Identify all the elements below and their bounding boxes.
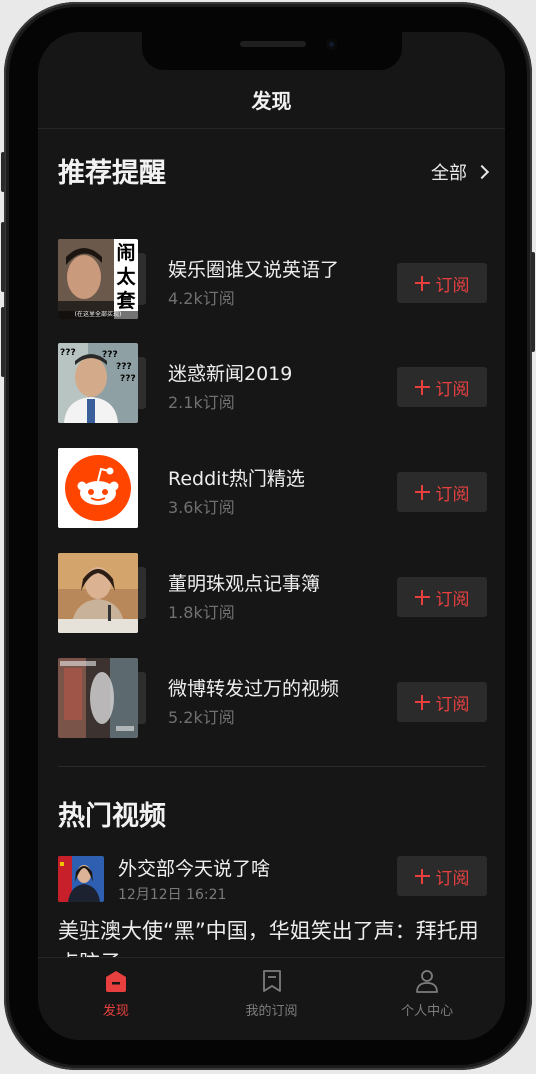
subscribe-label: 订阅 (435, 694, 470, 715)
plus-icon (414, 275, 430, 291)
woman-speaking-icon (58, 553, 138, 633)
portrait-man-icon: 闹太套 (在这里全部买现) (58, 239, 138, 319)
hot-video-time: 12月12日 16:21 (118, 887, 227, 903)
plus-icon (414, 379, 430, 395)
svg-text:???: ??? (60, 348, 76, 358)
recommend-item[interactable]: 闹太套 (在这里全部买现) 娱乐圈谁又说英语了 4.2k订阅 订阅 (38, 239, 505, 321)
spokesperson-avatar-icon[interactable] (58, 856, 104, 902)
phone-frame: 发现 推荐提醒 全部 闹太套 (在这里全部买现) 娱乐圈谁又说英语了 4.2k订… (1, 2, 535, 1070)
thumb-overlay-text: 闹太套 (116, 242, 136, 312)
recommend-item-subscribers: 3.6k订阅 (168, 498, 235, 517)
recommend-item-subscribers: 2.1k订阅 (168, 393, 235, 412)
thumbnail-stack (58, 448, 148, 528)
tab-label: 我的订阅 (245, 1004, 298, 1019)
tab-discover[interactable]: 发现 (38, 958, 194, 1040)
recommend-item-title: 娱乐圈谁又说英语了 (168, 259, 340, 281)
tab-bar: 发现 我的订阅 个人中心 (38, 957, 505, 1040)
hot-videos-section-title: 热门视频 (58, 801, 166, 832)
subscribe-label: 订阅 (435, 484, 470, 505)
subscribe-button[interactable]: 订阅 (397, 367, 487, 407)
hot-video-text[interactable]: 美驻澳大使“黑”中国，华姐笑出了声：拜托用点脑子。 (58, 915, 490, 957)
section-divider (58, 766, 486, 767)
thumbnail-stack (58, 658, 148, 738)
recommend-item-subscribers: 4.2k订阅 (168, 289, 235, 308)
svg-text:???: ??? (102, 350, 118, 360)
see-all-label: 全部 (431, 163, 467, 184)
mute-switch (1, 152, 5, 192)
notch (142, 32, 402, 70)
hot-video-title[interactable]: 外交部今天说了啥 (118, 854, 270, 881)
recommend-item-title: 迷惑新闻2019 (168, 363, 293, 385)
recommend-item[interactable]: ??? ??? ??? ??? 迷惑新闻2019 2.1k订阅 订阅 (38, 343, 505, 425)
recommend-item-subscribers: 5.2k订阅 (168, 708, 235, 727)
nav-bar: 发现 (38, 70, 505, 129)
subscribe-label: 订阅 (435, 868, 470, 889)
reddit-logo-icon (58, 448, 138, 528)
volume-down-button (1, 307, 5, 377)
thumbnail-stack (58, 553, 148, 633)
subscribe-label: 订阅 (435, 379, 470, 400)
tab-label: 个人中心 (401, 1004, 454, 1019)
speaker (240, 41, 306, 47)
thumbnail-stack: 闹太套 (在这里全部买现) (58, 239, 148, 319)
power-button (531, 252, 535, 352)
confused-man-icon: ??? ??? ??? ??? (58, 343, 138, 423)
plus-icon (414, 868, 430, 884)
front-camera (326, 39, 337, 50)
subscribe-button[interactable]: 订阅 (397, 263, 487, 303)
person-icon (416, 970, 439, 993)
tab-profile[interactable]: 个人中心 (349, 958, 505, 1040)
recommend-item-title: 董明珠观点记事簿 (168, 573, 321, 595)
tab-label: 发现 (102, 1004, 129, 1019)
recommend-item-title: 微博转发过万的视频 (168, 678, 340, 700)
tab-my-subscriptions[interactable]: 我的订阅 (194, 958, 350, 1040)
plus-icon (414, 694, 430, 710)
recommend-item[interactable]: 董明珠观点记事簿 1.8k订阅 订阅 (38, 553, 505, 635)
bookmark-icon (262, 970, 281, 992)
plus-icon (414, 589, 430, 605)
subscribe-label: 订阅 (435, 275, 470, 296)
video-still-icon (58, 658, 138, 738)
recommend-item-title: Reddit热门精选 (168, 468, 305, 490)
chevron-right-icon (474, 164, 490, 180)
subscribe-label: 订阅 (435, 589, 470, 610)
subscribe-button[interactable]: 订阅 (397, 682, 487, 722)
plus-icon (414, 484, 430, 500)
page-title: 发现 (251, 88, 292, 113)
recommend-item[interactable]: 微博转发过万的视频 5.2k订阅 订阅 (38, 658, 505, 740)
thumb-caption: (在这里全部买现) (74, 311, 122, 318)
svg-text:???: ??? (120, 374, 136, 384)
subscribe-button[interactable]: 订阅 (397, 577, 487, 617)
home-icon (105, 971, 126, 992)
see-all-link[interactable]: 全部 (431, 159, 490, 185)
recommend-item-subscribers: 1.8k订阅 (168, 603, 235, 622)
main-content[interactable]: 推荐提醒 全部 闹太套 (在这里全部买现) 娱乐圈谁又说英语了 4.2k订阅 订… (38, 129, 505, 957)
volume-up-button (1, 222, 5, 292)
recommend-item[interactable]: Reddit热门精选 3.6k订阅 订阅 (38, 448, 505, 530)
recommend-section-title: 推荐提醒 (58, 158, 166, 189)
screen: 发现 推荐提醒 全部 闹太套 (在这里全部买现) 娱乐圈谁又说英语了 4.2k订… (38, 32, 505, 1040)
subscribe-button[interactable]: 订阅 (397, 472, 487, 512)
thumbnail-stack: ??? ??? ??? ??? (58, 343, 148, 423)
subscribe-button[interactable]: 订阅 (397, 856, 487, 896)
svg-text:???: ??? (116, 362, 132, 372)
